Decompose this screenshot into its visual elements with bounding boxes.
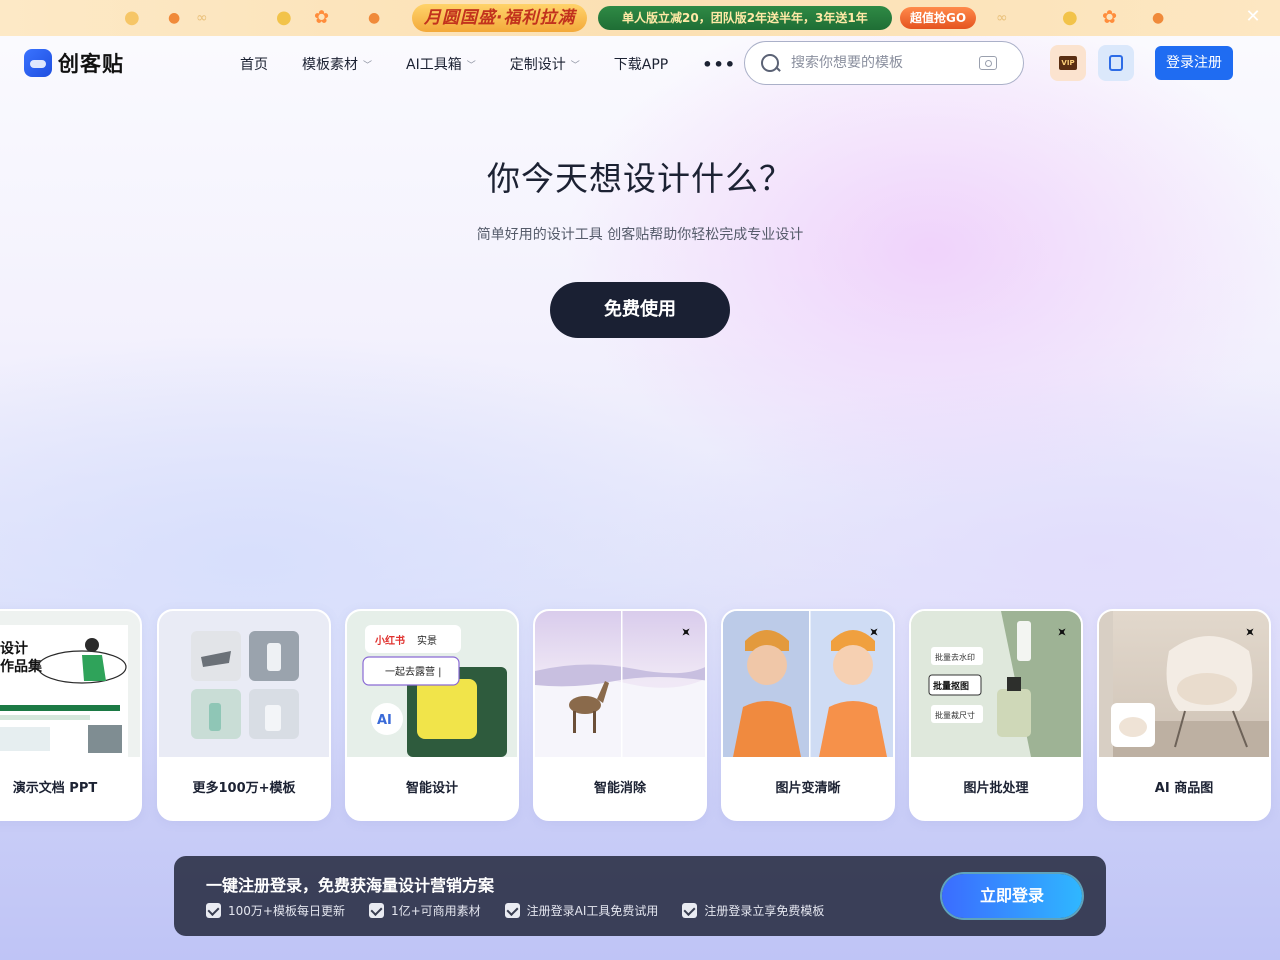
more-icon[interactable]: ••• (702, 55, 736, 74)
ai-search-icon (761, 54, 779, 72)
card-label: 图片变清晰 (775, 781, 841, 796)
flower-icon: ✿ (314, 7, 330, 28)
perk-label: 1亿+可商用素材 (390, 904, 481, 918)
coin-icon: ● (1062, 7, 1078, 28)
hero-subtitle: 简单好用的设计工具 创客贴帮助你轻松完成专业设计 (476, 227, 804, 243)
balloon-icon: ● (168, 10, 181, 26)
perk-label: 注册登录AI工具免费试用 (526, 904, 659, 918)
camera-icon[interactable] (979, 56, 997, 70)
free-use-button[interactable]: 免费使用 (550, 282, 730, 338)
batch-item: 批量抠图 (933, 680, 969, 692)
balloon-icon: ● (368, 10, 381, 26)
batch-item: 批量裁尺寸 (935, 710, 975, 720)
nav-label: AI工具箱 (406, 57, 462, 73)
card-smart-design[interactable]: 小红书 实景 一起去露营 | AI 智能设计 (345, 609, 519, 821)
card-ppt[interactable]: 设计 作品集 演示文档 PPT (0, 609, 142, 821)
nav-ai-tools[interactable]: AI工具箱 ﹀ (406, 54, 476, 74)
ppt-heading-2: 作品集 (0, 658, 43, 675)
logo[interactable]: 创客贴 (24, 48, 124, 78)
ai-product-thumbnail (1099, 611, 1269, 757)
cloud-icon: ∞ (996, 10, 1008, 26)
card-label: 更多100万+模板 (192, 781, 296, 796)
perk-item: 注册登录立享免费模板 (682, 902, 824, 919)
phone-icon (1109, 55, 1123, 71)
image-enhance-thumbnail (723, 611, 893, 757)
chevron-down-icon: ﹀ (466, 60, 476, 71)
login-now-button[interactable]: 立即登录 (942, 874, 1082, 918)
card-ai-product-image[interactable]: AI 商品图 (1097, 609, 1271, 821)
ai-chip-text: AI (377, 713, 392, 728)
card-more-templates[interactable]: 更多100万+模板 (157, 609, 331, 821)
promo-title: 月圆国盛·福利拉满 (412, 4, 588, 32)
logo-mark-icon (24, 49, 52, 77)
promo-offer: 单人版立减20，团队版2年送半年，3年送1年 (598, 6, 892, 30)
templates-thumbnail (159, 611, 329, 757)
nav-custom-design[interactable]: 定制设计 ﹀ (510, 54, 580, 74)
search-input[interactable] (791, 55, 967, 71)
nav-download-app[interactable]: 下载APP (614, 54, 668, 74)
xhs-tag: 小红书 (374, 634, 405, 647)
lantern-icon: ● (124, 7, 140, 28)
nav-label: 模板素材 (302, 57, 358, 73)
chevron-down-icon: ﹀ (570, 60, 580, 71)
smart-design-thumbnail: 小红书 实景 一起去露营 | AI (347, 611, 517, 757)
check-icon (206, 903, 221, 918)
hero-title: 你今天想设计什么？ (487, 159, 793, 198)
chevron-down-icon: ﹀ (363, 60, 373, 71)
xhs-tag-2: 实景 (417, 634, 437, 647)
check-icon (368, 903, 384, 918)
xhs-input-text: 一起去露营 | (385, 665, 442, 678)
nav-home[interactable]: 首页 (240, 54, 268, 74)
login-promo-title: 一键注册登录，免费获海量设计营销方案 (206, 876, 495, 895)
login-promo-bar: 一键注册登录，免费获海量设计营销方案 100万+模板每日更新 1亿+可商用素材 … (174, 856, 1106, 936)
vip-button[interactable]: VIP (1050, 45, 1086, 81)
logo-text: 创客贴 (58, 52, 124, 76)
card-smart-erase[interactable]: 智能消除 (533, 609, 707, 821)
check-icon (504, 903, 520, 918)
batch-thumbnail: 批量去水印 批量抠图 批量裁尺寸 (911, 611, 1081, 757)
login-register-button[interactable]: 登录注册 (1155, 46, 1233, 80)
promo-banner[interactable]: ● ● ∞ ● ✿ ● 月圆国盛·福利拉满 单人版立减20，团队版2年送半年，3… (0, 0, 1280, 36)
smart-erase-thumbnail (535, 611, 705, 757)
promo-go-button[interactable]: 超值抢GO (900, 7, 977, 29)
nav-templates[interactable]: 模板素材 ﹀ (302, 54, 372, 74)
card-label: AI 商品图 (1154, 781, 1214, 796)
balloon-icon: ● (1152, 10, 1165, 26)
card-image-enhance[interactable]: 图片变清晰 (721, 609, 895, 821)
coin-icon: ● (276, 7, 292, 28)
perk-label: 100万+模板每日更新 (228, 904, 345, 918)
cloud-icon: ∞ (196, 10, 208, 26)
search-box[interactable] (744, 41, 1024, 85)
nav-label: 首页 (240, 57, 268, 73)
check-icon (682, 903, 698, 918)
feature-cards: 设计 作品集 演示文档 PPT 更多100万+模板 小红书 实景 一起去露营 |… (0, 609, 1280, 821)
close-icon[interactable]: ✕ (1242, 6, 1264, 28)
perk-item: 注册登录AI工具免费试用 (504, 902, 659, 919)
card-label: 智能消除 (593, 781, 646, 796)
ppt-heading-1: 设计 (0, 640, 28, 657)
perk-label: 注册登录立享免费模板 (704, 904, 825, 918)
card-label: 图片批处理 (963, 781, 1029, 796)
app-download-button[interactable] (1098, 45, 1134, 81)
card-label: 演示文档 PPT (12, 781, 98, 796)
card-label: 智能设计 (405, 781, 458, 796)
top-navbar: 创客贴 首页 模板素材 ﹀ AI工具箱 ﹀ 定制设计 ﹀ 下载APP ••• V… (0, 36, 1280, 92)
flower-icon: ✿ (1102, 7, 1118, 28)
perks-list: 100万+模板每日更新 1亿+可商用素材 注册登录AI工具免费试用 注册登录立享… (206, 902, 848, 919)
vip-icon: VIP (1059, 56, 1077, 70)
nav-label: 定制设计 (509, 57, 566, 73)
perk-item: 1亿+可商用素材 (368, 902, 481, 919)
perk-item: 100万+模板每日更新 (206, 902, 345, 919)
main-nav: 首页 模板素材 ﹀ AI工具箱 ﹀ 定制设计 ﹀ 下载APP ••• (240, 36, 736, 92)
card-batch-processing[interactable]: 批量去水印 批量抠图 批量裁尺寸 图片批处理 (909, 609, 1083, 821)
nav-label: 下载APP (613, 57, 669, 73)
ppt-thumbnail: 设计 作品集 (0, 611, 140, 757)
batch-item: 批量去水印 (935, 652, 975, 662)
